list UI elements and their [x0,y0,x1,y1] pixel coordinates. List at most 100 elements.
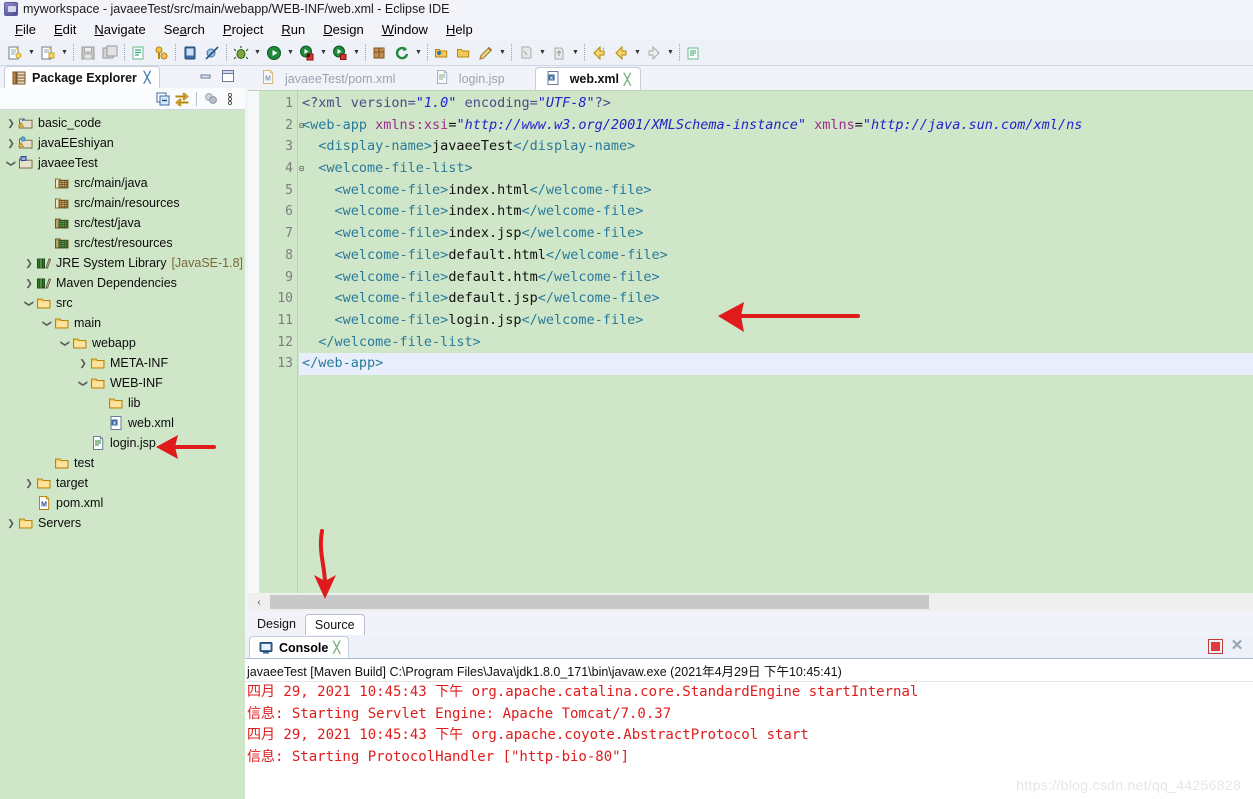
close-icon[interactable]: ╳ [144,71,151,84]
tree-item-basic-code[interactable]: ❯ basic_code [0,113,245,133]
view-menu-icon[interactable] [203,91,219,107]
coverage-icon[interactable] [296,42,318,64]
code-line[interactable]: <welcome-file>default.jsp</welcome-file> [299,288,1253,310]
open-resource-icon[interactable] [431,42,453,64]
tree-item-src-main-java[interactable]: src/main/java [0,173,245,193]
tree-item-src-main-resources[interactable]: src/main/resources [0,193,245,213]
menu-design[interactable]: Design [314,20,372,39]
tree-item-jre-system-library[interactable]: ❯ JRE System Library [JavaSE-1.8] [0,253,245,273]
chevron-right-icon[interactable]: ❯ [22,258,36,269]
tree-item-login-jsp[interactable]: login.jsp [0,433,245,453]
annotation-dropdown-icon[interactable]: ▼ [537,42,548,64]
code-line[interactable]: <display-name>javaeeTest</display-name> [299,136,1253,158]
chevron-right-icon[interactable]: ❯ [22,478,36,489]
new-wizard-icon[interactable] [4,42,26,64]
tree-item-main[interactable]: ❯ main [0,313,245,333]
maximize-view-button[interactable] [221,69,235,83]
editor-tab-web-xml[interactable]: x web.xml ╳ [534,67,641,90]
code-line[interactable]: <welcome-file-list> [299,158,1253,180]
menu-navigate[interactable]: Navigate [85,20,154,39]
chevron-down-icon[interactable]: ❯ [42,316,53,330]
code-line[interactable]: <welcome-file>login.jsp</welcome-file> [299,310,1253,332]
save-all-icon[interactable] [99,42,121,64]
open-folder-icon[interactable] [453,42,475,64]
chevron-right-icon[interactable]: ❯ [4,138,18,149]
forward-dropdown-icon[interactable]: ▼ [665,42,676,64]
code-line[interactable]: <welcome-file>index.jsp</welcome-file> [299,223,1253,245]
refresh-dropdown-icon[interactable]: ▼ [413,42,424,64]
stop-icon[interactable] [1208,639,1223,654]
tree-item-src-test-java[interactable]: src/test/java [0,213,245,233]
editor-code[interactable]: <?xml version="1.0" encoding="UTF-8"?> <w… [299,91,1253,593]
editor-tab-javaeetest-pom-xml[interactable]: MjavaeeTest/pom.xml [251,67,404,90]
scrollbar-track[interactable] [270,595,1253,609]
tree-item-web-xml[interactable]: x web.xml [0,413,245,433]
editor-marker-bar[interactable] [248,91,260,593]
tree-item-pom-xml[interactable]: Mpom.xml [0,493,245,513]
new-package-icon[interactable] [369,42,391,64]
back-icon[interactable] [588,42,610,64]
tree-item-target[interactable]: ❯ target [0,473,245,493]
tree-item-test[interactable]: test [0,453,245,473]
skip-breakpoints-icon[interactable] [201,42,223,64]
menu-project[interactable]: Project [214,20,272,39]
chevron-down-icon[interactable]: ❯ [78,376,89,390]
menu-run[interactable]: Run [272,20,314,39]
tab-console[interactable]: Console ╳ [249,636,349,658]
coverage-dropdown-icon[interactable]: ▼ [318,42,329,64]
tree-item-javaeeshiyan[interactable]: ❯ javaEEshiyan [0,133,245,153]
previous-icon[interactable] [610,42,632,64]
tree-item-src-test-resources[interactable]: src/test/resources [0,233,245,253]
code-line[interactable]: </web-app> [299,353,1253,375]
tree-item-maven-dependencies[interactable]: ❯ Maven Dependencies [0,273,245,293]
chevron-down-icon[interactable]: ❯ [24,296,35,310]
minimize-view-button[interactable] [199,70,213,83]
edit-icon[interactable] [475,42,497,64]
chevron-down-icon[interactable]: ❯ [6,156,17,170]
menu-window[interactable]: Window [373,20,437,39]
profile-dropdown-icon[interactable]: ▼ [351,42,362,64]
editor-tab-login-jsp[interactable]: login.jsp [425,67,514,90]
open-task-icon[interactable] [150,42,172,64]
new-java-project-dropdown-icon[interactable]: ▼ [59,42,70,64]
tree-item-webapp[interactable]: ❯ webapp [0,333,245,353]
tree-item-web-inf[interactable]: ❯ WEB-INF [0,373,245,393]
chevron-right-icon[interactable]: ❯ [4,518,18,529]
code-line[interactable]: <welcome-file>index.html</welcome-file> [299,180,1253,202]
menu-search[interactable]: Search [155,20,214,39]
new-editor-icon[interactable] [683,42,705,64]
code-line[interactable]: <welcome-file>default.htm</welcome-file> [299,267,1253,289]
run-icon[interactable] [263,42,285,64]
chevron-right-icon[interactable]: ❯ [76,358,90,369]
view-overflow-icon[interactable] [222,91,238,107]
editor-page-tab-design[interactable]: Design [248,614,305,635]
up-navigate-dropdown-icon[interactable]: ▼ [570,42,581,64]
code-line[interactable]: </welcome-file-list> [299,332,1253,354]
new-java-project-icon[interactable] [37,42,59,64]
scrollbar-thumb[interactable] [270,595,929,609]
scroll-left-icon[interactable]: ‹ [248,597,270,608]
edit-dropdown-icon[interactable]: ▼ [497,42,508,64]
code-line[interactable]: <welcome-file>index.htm</welcome-file> [299,201,1253,223]
editor-page-tab-source[interactable]: Source [304,614,365,635]
debug-icon[interactable] [230,42,252,64]
debug-dropdown-icon[interactable]: ▼ [252,42,263,64]
run-dropdown-icon[interactable]: ▼ [285,42,296,64]
project-tree[interactable]: ❯ basic_code ❯ javaEEshiyan ❯ MjavaeeTest src/… [0,110,245,799]
tree-item-servers[interactable]: ❯ Servers [0,513,245,533]
close-icon[interactable]: ╳ [624,73,631,86]
close-console-icon[interactable]: ✕ [1229,638,1245,654]
menu-help[interactable]: Help [437,20,482,39]
code-line[interactable]: <web-app xmlns:xsi = "http://www.w3.org/20… [299,115,1253,137]
chevron-right-icon[interactable]: ❯ [22,278,36,289]
chevron-down-icon[interactable]: ❯ [60,336,71,350]
open-type-icon[interactable] [128,42,150,64]
previous-dropdown-icon[interactable]: ▼ [632,42,643,64]
collapse-all-icon[interactable] [155,91,171,107]
menu-edit[interactable]: Edit [45,20,85,39]
new-wizard-dropdown-icon[interactable]: ▼ [26,42,37,64]
menu-file[interactable]: File [6,20,45,39]
code-line[interactable]: <welcome-file>default.html</welcome-file… [299,245,1253,267]
tree-item-lib[interactable]: lib [0,393,245,413]
link-with-editor-icon[interactable] [174,91,190,107]
